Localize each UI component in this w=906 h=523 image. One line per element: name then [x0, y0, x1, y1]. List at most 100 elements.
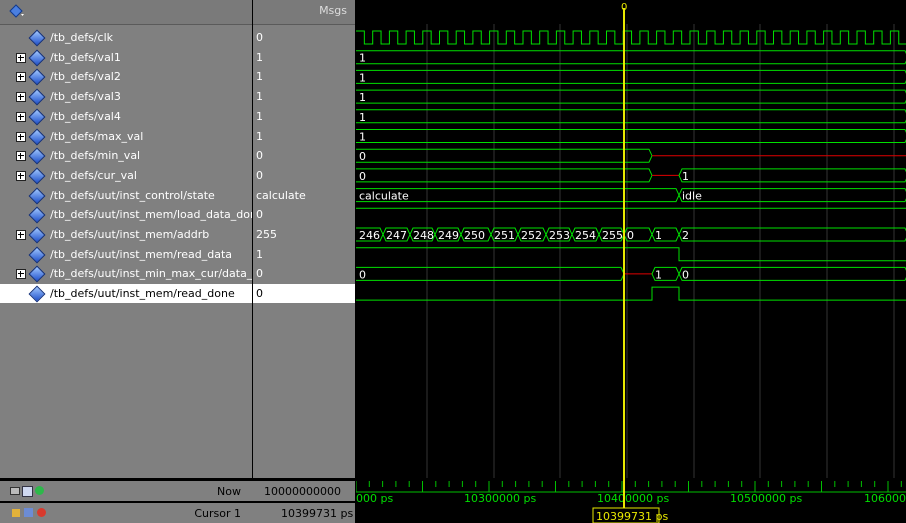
signal-value-row[interactable]: 0 — [253, 28, 355, 47]
signal-row[interactable]: /tb_defs/cur_val — [0, 166, 252, 185]
signal-value-row[interactable]: 1 — [253, 67, 355, 86]
grid-icon[interactable] — [22, 486, 33, 497]
signal-name: /tb_defs/val4 — [50, 109, 121, 123]
wave-selector-icon[interactable] — [8, 4, 24, 18]
signal-diamond-icon — [28, 29, 46, 47]
addrb-wave-label: 250 — [464, 229, 485, 242]
expand-icon[interactable] — [16, 111, 26, 122]
addrb-wave-label: 246 — [359, 229, 380, 242]
signal-row[interactable]: /tb_defs/uut/inst_min_max_cur/data_in — [0, 264, 252, 283]
expand-icon[interactable] — [16, 230, 26, 240]
state-wave-segment — [678, 188, 906, 203]
signal-row[interactable]: /tb_defs/uut/inst_mem/read_done — [0, 284, 252, 304]
signal-value-row[interactable]: 1 — [253, 245, 355, 264]
signal-name: /tb_defs/cur_val — [50, 168, 137, 182]
signal-value-row[interactable]: 0 — [253, 284, 355, 304]
signal-value: 0 — [256, 168, 263, 182]
signal-value: 1 — [256, 129, 263, 143]
signal-value-row[interactable]: 1 — [253, 127, 355, 146]
signal-value-row[interactable]: 255 — [253, 225, 355, 244]
signal-name: /tb_defs/uut/inst_mem/read_data — [50, 247, 233, 261]
addrb-wave-label: 248 — [413, 229, 434, 242]
signal-row[interactable]: /tb_defs/uut/inst_mem/load_data_done — [0, 205, 252, 224]
signal-diamond-icon — [28, 147, 46, 165]
signal-name: /tb_defs/max_val — [50, 129, 144, 143]
signal-diamond-icon — [28, 88, 46, 106]
signal-diamond-icon — [28, 167, 46, 185]
signal-row[interactable]: /tb_defs/val4 — [0, 107, 252, 126]
val3-wave-segment — [356, 89, 906, 104]
msgs-label: Msgs — [319, 4, 347, 17]
data-in-wave-label: 0 — [359, 268, 366, 281]
signal-row[interactable]: /tb_defs/val2 — [0, 67, 252, 86]
read-done-wave — [356, 286, 906, 301]
expand-icon[interactable] — [16, 92, 26, 103]
signal-row[interactable]: /tb_defs/clk — [0, 28, 252, 47]
signal-value: 1 — [256, 247, 263, 261]
signal-value-row[interactable]: 0 — [253, 264, 355, 283]
signal-row[interactable]: /tb_defs/uut/inst_mem/read_data — [0, 245, 252, 264]
zoom-icon[interactable] — [10, 487, 20, 495]
add-cursor-icon[interactable] — [35, 486, 44, 495]
expand-icon[interactable] — [16, 269, 26, 280]
signal-name: /tb_defs/uut/inst_mem/read_done — [50, 287, 235, 301]
read-data-wave — [356, 247, 906, 262]
expand-icon[interactable] — [16, 170, 26, 181]
signal-value: 255 — [256, 228, 277, 241]
signal-name: /tb_defs/min_val — [50, 149, 141, 163]
signal-value-row[interactable]: 1 — [253, 107, 355, 126]
signal-row[interactable]: /tb_defs/uut/inst_control/state — [0, 186, 252, 205]
max_val-wave-segment — [356, 129, 906, 143]
signal-name: /tb_defs/uut/inst_mem/load_data_done — [50, 208, 252, 222]
cursor-tools[interactable] — [12, 507, 48, 519]
time-label: 10400000 ps — [597, 492, 669, 505]
addrb-wave-label: 253 — [549, 229, 570, 242]
tool-icons[interactable] — [10, 485, 46, 497]
expand-icon[interactable] — [16, 151, 26, 162]
signal-diamond-icon — [28, 285, 46, 303]
time-label: 10300000 ps — [464, 492, 536, 505]
signal-value-row[interactable]: 0 — [253, 146, 355, 165]
signal-value: 0 — [256, 287, 263, 301]
cursor-flag-label: 10399731 ps — [596, 510, 668, 523]
val2-wave-segment — [356, 69, 906, 84]
edit-cursor-icon[interactable] — [24, 508, 33, 517]
expand-icon[interactable] — [16, 52, 26, 63]
signal-value-row[interactable]: 0 — [253, 205, 355, 224]
signal-names-pane: /tb_defs/clk/tb_defs/val1/tb_defs/val2/t… — [0, 0, 252, 478]
signal-value-row[interactable]: 1 — [253, 87, 355, 106]
cursor-value: 10399731 ps — [281, 507, 354, 520]
signal-value-row[interactable]: calculate — [253, 186, 355, 205]
addrb-wave-label: 255 — [602, 229, 623, 242]
cursor-row: Cursor 1 10399731 ps — [0, 503, 355, 523]
signal-value: calculate — [256, 188, 306, 202]
signal-row[interactable]: /tb_defs/min_val — [0, 146, 252, 165]
values-header: Msgs — [253, 0, 355, 25]
signal-row[interactable]: /tb_defs/val3 — [0, 87, 252, 106]
max_val-wave-label: 1 — [359, 131, 366, 144]
lock-icon[interactable] — [12, 509, 20, 517]
val1-wave-segment — [356, 50, 906, 65]
val3-wave-label: 1 — [359, 91, 366, 104]
cursor-label: Cursor 1 — [194, 507, 241, 520]
addrb-wave-label: 0 — [627, 229, 634, 242]
signal-diamond-icon — [28, 246, 46, 264]
expand-icon[interactable] — [16, 72, 26, 83]
signal-value-row[interactable]: 0 — [253, 166, 355, 185]
signal-row[interactable]: /tb_defs/val1 — [0, 48, 252, 67]
addrb-wave-label: 1 — [655, 229, 662, 242]
signal-value-row[interactable]: 1 — [253, 48, 355, 67]
delete-cursor-icon[interactable] — [37, 508, 46, 517]
signal-diamond-icon — [28, 206, 46, 224]
time-label: 10500000 ps — [730, 492, 802, 505]
signal-name: /tb_defs/clk — [50, 31, 114, 44]
data-in-wave-label: 1 — [655, 268, 662, 281]
waveform-pane[interactable]: 1 1 1 1 1 0 0 1 calculate idle 246 247 248 249 250 251 2… — [356, 0, 906, 478]
clk-waveform — [356, 30, 906, 45]
signal-diamond-icon — [28, 226, 46, 244]
addrb-wave-label: 254 — [575, 229, 596, 242]
signal-row[interactable]: /tb_defs/uut/inst_mem/addrb — [0, 225, 252, 244]
signal-row[interactable]: /tb_defs/max_val — [0, 127, 252, 146]
expand-icon[interactable] — [16, 131, 26, 142]
addrb-wave-label: 251 — [494, 229, 515, 242]
